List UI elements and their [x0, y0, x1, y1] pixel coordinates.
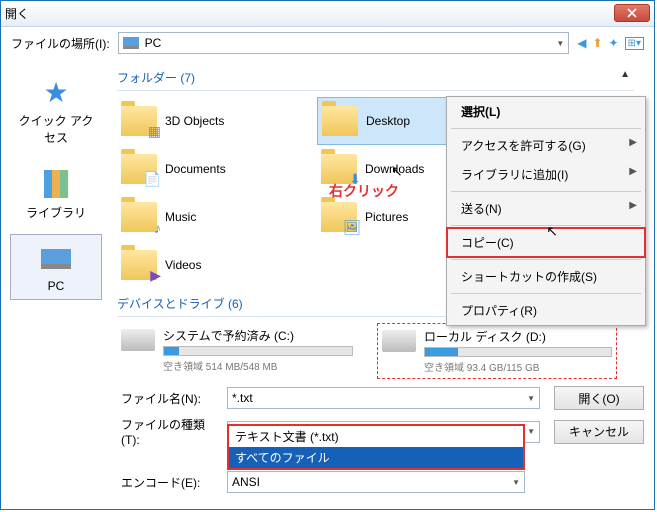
folder-item[interactable]: ▶ Videos [117, 241, 317, 289]
star-icon: ★ [38, 74, 74, 110]
chevron-right-icon: ▶ [629, 166, 637, 177]
encoding-combo[interactable]: ANSI ▼ [227, 471, 525, 493]
context-menu-item[interactable]: アクセスを許可する(G)▶ [447, 131, 645, 160]
annotation-rightclick: 右クリック [329, 181, 399, 201]
filetype-dropdown: テキスト文書 (*.txt) すべてのファイル [227, 424, 525, 470]
location-value: PC [145, 36, 162, 50]
back-icon[interactable]: ◀ [577, 36, 586, 50]
toolbar-icons: ◀ ⬆ ✦ ⊞▾ [577, 36, 644, 50]
filetype-option[interactable]: テキスト文書 (*.txt) [229, 426, 523, 447]
menu-separator [451, 191, 641, 192]
context-menu-item[interactable]: ショートカットの作成(S) [447, 262, 645, 291]
folder-label: 3D Objects [165, 114, 224, 128]
open-dialog: 開く ファイルの場所(I): PC ▼ ◀ ⬆ ✦ ⊞▾ ★ クイック アクセス [0, 0, 655, 510]
folder-item[interactable]: 📄 Documents [117, 145, 317, 193]
open-button[interactable]: 開く(O) [554, 386, 644, 410]
sidebar-item-quickaccess[interactable]: ★ クイック アクセス [10, 67, 102, 153]
chevron-down-icon: ▼ [527, 427, 535, 436]
filetype-option[interactable]: すべてのファイル [229, 447, 523, 468]
sidebar-item-pc[interactable]: PC [10, 234, 102, 300]
folder-icon: ⬇ [321, 154, 357, 184]
menu-separator [451, 225, 641, 226]
close-button[interactable] [614, 4, 650, 22]
folder-label: Videos [165, 258, 201, 272]
pc-icon [38, 241, 74, 277]
context-menu: 選択(L) アクセスを許可する(G)▶ライブラリに追加(I)▶ 送る(N)▶ コピー(… [446, 96, 646, 326]
location-label: ファイルの場所(I): [11, 35, 110, 52]
new-folder-icon[interactable]: ✦ [609, 36, 619, 50]
folder-item[interactable]: ▦ 3D Objects [117, 97, 317, 145]
filename-label: ファイル名(N): [121, 390, 221, 407]
folder-icon: ▶ [121, 250, 157, 280]
folder-label: Desktop [366, 114, 410, 128]
location-combo[interactable]: PC ▼ [118, 32, 570, 54]
drive-item[interactable]: ローカル ディスク (D:) 空き領域 93.4 GB/115 GB [377, 323, 617, 379]
folders-header[interactable]: フォルダー (7) ▲ [117, 63, 634, 91]
context-menu-item[interactable]: 送る(N)▶ [447, 194, 645, 223]
folder-label: Downloads [365, 162, 424, 176]
library-icon [38, 166, 74, 202]
context-menu-item[interactable]: プロパティ(R) [447, 296, 645, 325]
folder-label: Music [165, 210, 196, 224]
chevron-up-icon[interactable]: ▲ [620, 69, 630, 80]
folder-icon: 📄 [121, 154, 157, 184]
sidebar-item-library[interactable]: ライブラリ [10, 159, 102, 228]
drive-icon [382, 330, 416, 352]
drive-free: 空き領域 514 MB/548 MB [163, 358, 353, 373]
bottom-panel: ファイル名(N): *.txt ▼ 開く(O) ファイルの種類(T): テキスト… [1, 380, 654, 509]
drive-icon [121, 329, 155, 351]
chevron-right-icon: ▶ [629, 137, 637, 148]
filename-input[interactable]: *.txt ▼ [227, 387, 540, 409]
context-menu-item[interactable]: 選択(L) [447, 97, 645, 126]
folder-item[interactable]: ♪ Music [117, 193, 317, 241]
chevron-down-icon: ▼ [512, 478, 520, 487]
folder-icon: ♪ [121, 202, 157, 232]
up-icon[interactable]: ⬆ [592, 36, 602, 50]
context-menu-item[interactable]: ライブラリに追加(I)▶ [447, 160, 645, 189]
sidebar: ★ クイック アクセス ライブラリ PC [1, 59, 111, 389]
storage-bar [163, 346, 353, 356]
folder-icon [322, 106, 358, 136]
menu-separator [451, 293, 641, 294]
storage-bar [424, 347, 612, 357]
chevron-down-icon: ▼ [556, 39, 564, 48]
drive-item[interactable]: システムで予約済み (C:) 空き領域 514 MB/548 MB [117, 323, 357, 379]
menu-separator [451, 128, 641, 129]
pc-icon [123, 37, 139, 49]
sidebar-label: ライブラリ [26, 204, 86, 221]
drive-name: システムで予約済み (C:) [163, 327, 353, 344]
folder-icon: ▦ [121, 106, 157, 136]
toolbar: ファイルの場所(I): PC ▼ ◀ ⬆ ✦ ⊞▾ [1, 27, 654, 59]
folder-icon: 🖼 [321, 202, 357, 232]
titlebar: 開く [1, 1, 654, 27]
chevron-right-icon: ▶ [629, 200, 637, 211]
encoding-label: エンコード(E): [121, 474, 221, 491]
cancel-button[interactable]: キャンセル [554, 420, 644, 444]
folder-label: Pictures [365, 210, 408, 224]
window-title: 開く [5, 5, 29, 22]
view-icon[interactable]: ⊞▾ [625, 37, 644, 50]
sidebar-label: PC [48, 279, 65, 293]
folder-label: Documents [165, 162, 226, 176]
chevron-down-icon: ▼ [527, 394, 535, 403]
context-menu-item[interactable]: コピー(C) [447, 228, 645, 257]
drive-name: ローカル ディスク (D:) [424, 328, 612, 345]
drive-free: 空き領域 93.4 GB/115 GB [424, 359, 612, 374]
menu-separator [451, 259, 641, 260]
filetype-label: ファイルの種類(T): [121, 416, 221, 447]
sidebar-label: クイック アクセス [13, 112, 99, 146]
